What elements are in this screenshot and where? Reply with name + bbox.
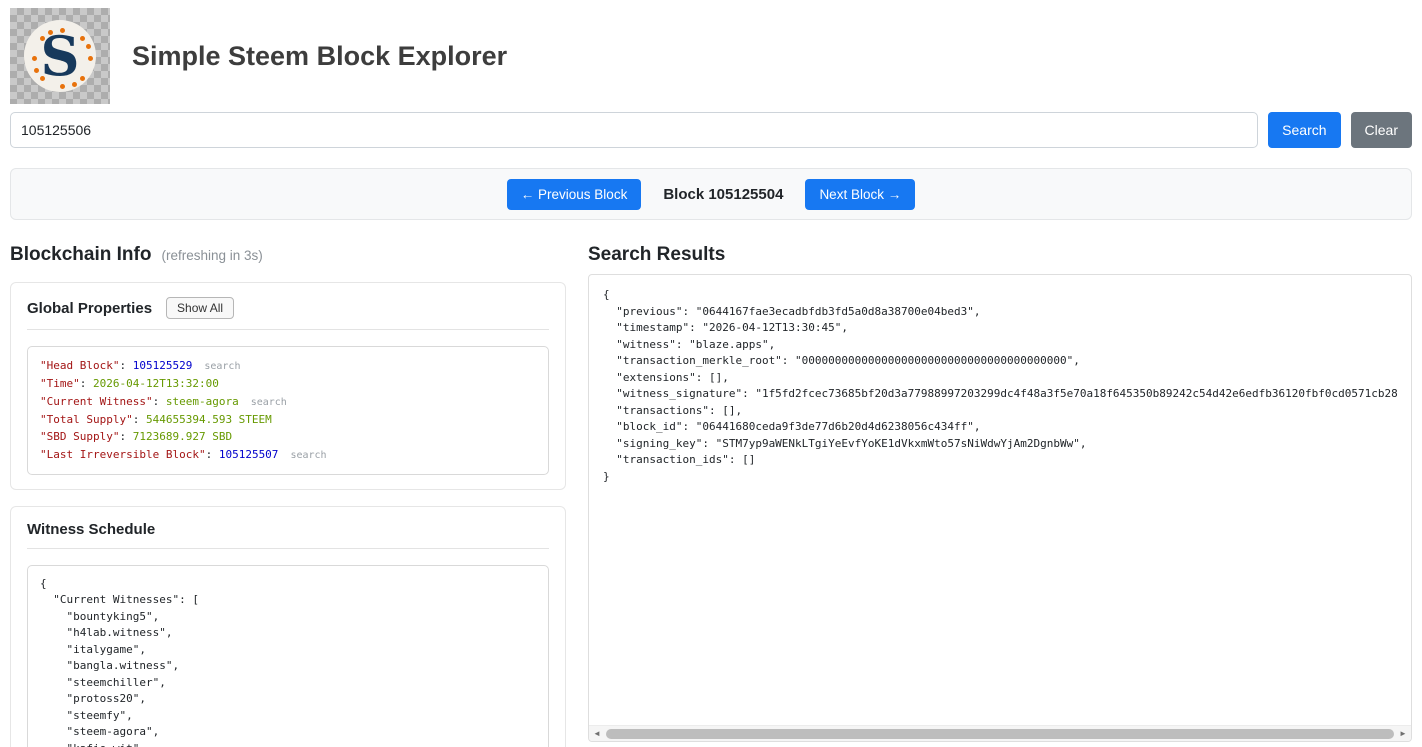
global-property-row: "SBD Supply": 7123689.927 SBD [40, 430, 233, 444]
content-columns: Blockchain Info (refreshing in 3s) Globa… [10, 244, 1412, 747]
page-title: Simple Steem Block Explorer [132, 40, 508, 71]
property-key: "Total Supply" [40, 412, 133, 426]
scroll-right-arrow-icon[interactable]: ► [1395, 726, 1411, 741]
global-property-row: "Current Witness": steem-agora search [40, 394, 287, 408]
witness-schedule-header: Witness Schedule [27, 521, 549, 549]
search-results-json: { "previous": "0644167fae3ecadbfdb3fd5a0… [603, 288, 1397, 483]
block-navigation: ← Previous Block Block 105125504 Next Bl… [10, 168, 1412, 220]
property-value: steem-agora [165, 394, 239, 408]
scroll-left-arrow-icon[interactable]: ◄ [589, 726, 605, 741]
global-properties-rows: "Head Block": 105125529 search "Time": 202… [27, 346, 549, 475]
global-properties-title: Global Properties [27, 299, 153, 317]
property-key: "Head Block" [40, 359, 120, 372]
witness-schedule-title: Witness Schedule [27, 520, 156, 538]
app-logo: S [10, 8, 110, 104]
property-key: "SBD Supply" [40, 430, 120, 444]
search-results-card: { "previous": "0644167fae3ecadbfdb3fd5a0… [588, 274, 1412, 742]
current-block-label: Block 105125504 [663, 185, 784, 203]
witness-schedule-card: Witness Schedule { "Current Witnesses": … [10, 505, 566, 747]
property-key: "Last Irreversible Block" [40, 447, 206, 461]
property-value: 105125529 [132, 359, 193, 372]
search-link[interactable]: search [251, 397, 287, 408]
refresh-countdown: (refreshing in 3s) [161, 248, 263, 263]
blockchain-info-panel: Blockchain Info (refreshing in 3s) Globa… [10, 244, 566, 747]
search-button[interactable]: Search [1268, 112, 1341, 148]
horizontal-scrollbar[interactable]: ◄ ► [589, 725, 1411, 741]
search-results-panel: Search Results { "previous": "0644167fae… [588, 244, 1412, 742]
global-properties-header: Global Properties Show All [27, 297, 549, 330]
next-block-button[interactable]: Next Block → [805, 178, 916, 210]
search-results-heading: Search Results [588, 244, 726, 265]
search-link[interactable]: search [204, 361, 240, 372]
search-bar: Search Clear [10, 112, 1412, 148]
header: S Simple Steem Block Explorer [10, 8, 1412, 104]
page: S Simple Steem Block Explorer Search Cle… [0, 0, 1422, 747]
show-all-button[interactable]: Show All [166, 297, 235, 319]
property-key: "Time" [40, 377, 80, 390]
blockchain-info-heading: Blockchain Info [10, 244, 152, 265]
logo-letter: S [40, 24, 80, 88]
property-value: 2026-04-12T13:32:00 [93, 377, 219, 390]
search-input[interactable] [10, 112, 1259, 148]
previous-block-button[interactable]: ← Previous Block [506, 178, 642, 210]
blockchain-info-header: Blockchain Info (refreshing in 3s) [10, 244, 566, 266]
property-value: 105125507 [218, 447, 279, 461]
global-property-row: "Head Block": 105125529 search [40, 359, 241, 372]
clear-button[interactable]: Clear [1350, 112, 1412, 148]
search-link[interactable]: search [290, 450, 326, 461]
global-property-row: "Last Irreversible Block": 105125507 sear… [40, 447, 327, 461]
property-value: 7123689.927 SBD [132, 430, 233, 444]
global-property-row: "Total Supply": 544655394.593 STEEM [40, 412, 272, 426]
scrollbar-thumb[interactable] [606, 728, 1394, 739]
property-key: "Current Witness" [40, 394, 153, 408]
property-value: 544655394.593 STEEM [145, 412, 272, 426]
witness-schedule-json: { "Current Witnesses": [ "bountyking5", … [27, 564, 549, 747]
global-property-row: "Time": 2026-04-12T13:32:00 [40, 377, 219, 390]
global-properties-card: Global Properties Show All "Head Block":… [10, 282, 566, 490]
